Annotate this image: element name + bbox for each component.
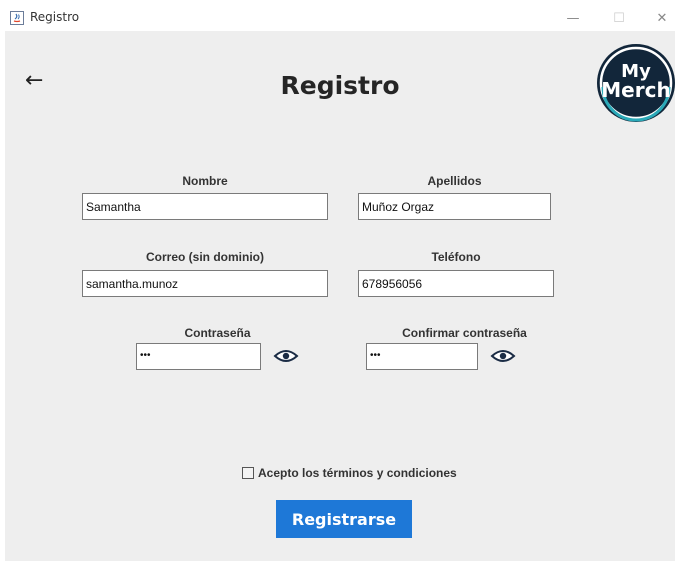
minimize-button[interactable]: — xyxy=(558,5,588,31)
terms-row[interactable]: Acepto los términos y condiciones xyxy=(242,466,457,480)
logo-text-line2: Merch xyxy=(601,78,670,102)
nombre-field[interactable]: Samantha xyxy=(82,193,328,220)
registration-window: Registro — ☐ ✕ ← Registro My Merch Nombr… xyxy=(5,5,675,561)
contrasena-label: Contraseña xyxy=(184,326,251,340)
apellidos-label: Apellidos xyxy=(427,174,482,188)
show-confirm-password-eye-icon[interactable] xyxy=(490,349,516,363)
correo-field[interactable]: samantha.munoz xyxy=(82,270,328,297)
apellidos-field[interactable]: Muñoz Orgaz xyxy=(358,193,551,220)
correo-label: Correo (sin dominio) xyxy=(146,250,264,264)
contrasena-field[interactable]: ••• xyxy=(136,343,261,370)
terms-label[interactable]: Acepto los términos y condiciones xyxy=(258,466,457,480)
show-password-eye-icon[interactable] xyxy=(273,349,299,363)
title-bar: Registro — ☐ ✕ xyxy=(5,5,675,31)
register-button[interactable]: Registrarse xyxy=(276,500,412,538)
telefono-label: Teléfono xyxy=(431,250,481,264)
maximize-button[interactable]: ☐ xyxy=(604,5,634,31)
telefono-field[interactable]: 678956056 xyxy=(358,270,554,297)
mymerch-logo: My Merch xyxy=(597,44,675,122)
java-app-icon xyxy=(10,11,24,25)
nombre-label: Nombre xyxy=(182,174,228,188)
window-title: Registro xyxy=(30,10,80,24)
close-button[interactable]: ✕ xyxy=(647,5,675,31)
terms-checkbox[interactable] xyxy=(242,467,254,479)
confirmar-field[interactable]: ••• xyxy=(366,343,478,370)
page-title: Registro xyxy=(280,71,400,100)
confirmar-label: Confirmar contraseña xyxy=(402,326,527,340)
